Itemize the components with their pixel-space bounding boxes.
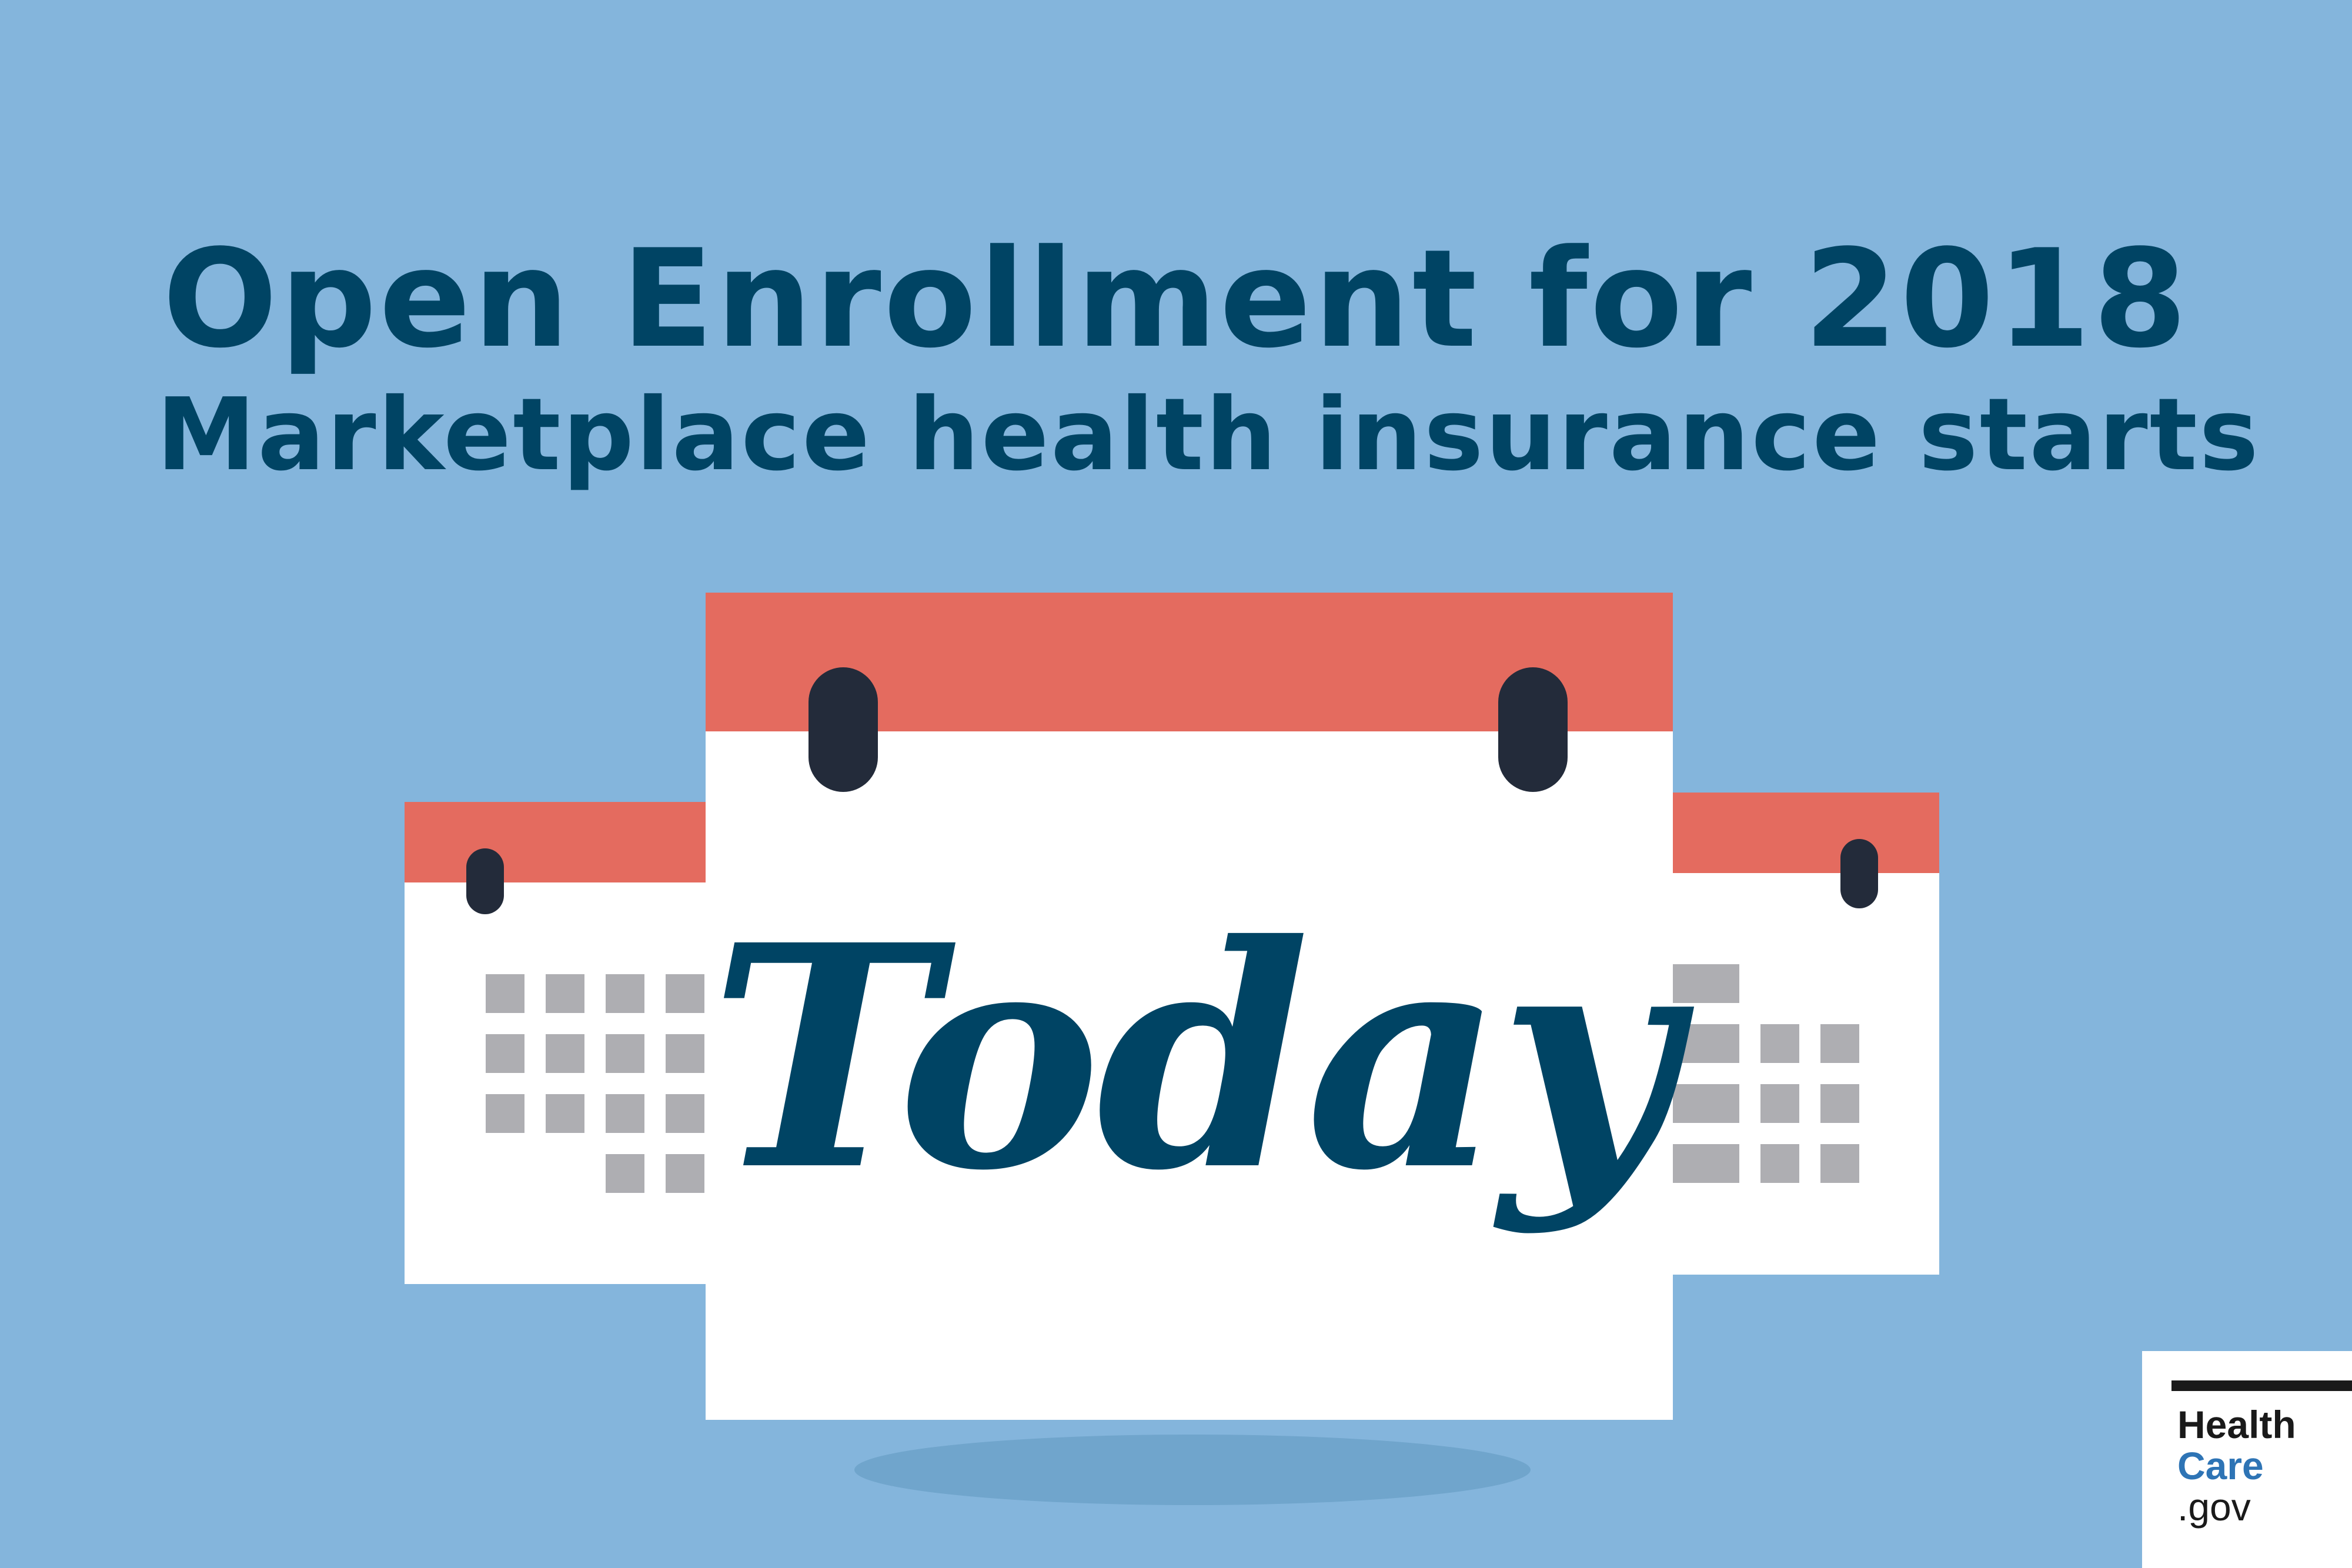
healthcare-gov-logo: Health Care .gov [2142,1351,2352,1568]
calendar-shadow [854,1435,1531,1505]
left-calendar [405,802,710,1284]
right-calendar-ring-icon [1840,839,1878,908]
logo-care-text: Care [2177,1444,2264,1487]
calendar-illustration [405,593,1939,1505]
right-calendar-header [1646,793,1939,873]
main-calendar-right-ring-icon [1498,667,1568,792]
main-calendar-left-ring-icon [808,667,878,792]
today-label: Today [709,878,1677,1238]
right-calendar [1646,793,1939,1275]
logo-gov-text: .gov [2177,1485,2251,1529]
logo-bar [2171,1380,2352,1391]
left-calendar-ring-icon [466,848,504,914]
left-calendar-header [405,802,710,882]
logo-health-text: Health [2177,1403,2296,1446]
